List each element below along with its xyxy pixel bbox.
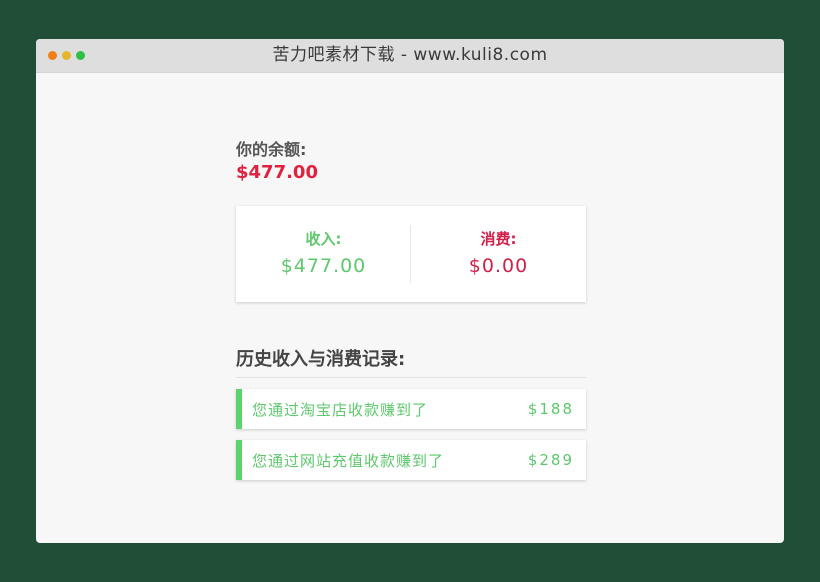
history-item-text: 您通过淘宝店收款赚到了 <box>252 400 429 419</box>
history-title: 历史收入与消费记录: <box>236 349 406 370</box>
balance-label: 你的余额: <box>236 140 307 159</box>
balance-amount: $477.00 <box>236 162 318 183</box>
income-summary: 收入: $477.00 <box>236 206 411 302</box>
income-value: $477.00 <box>280 255 367 277</box>
history-item[interactable]: 您通过网站充值收款赚到了 $289 <box>236 440 586 480</box>
income-label: 收入: <box>305 230 342 248</box>
history-list: 您通过淘宝店收款赚到了 $188 您通过网站充值收款赚到了 $289 <box>236 389 586 491</box>
expense-summary: 消费: $0.00 <box>411 206 586 302</box>
window-title: 苦力吧素材下载 - www.kuli8.com <box>272 45 548 65</box>
history-item-amount: $188 <box>527 400 574 418</box>
summary-card: 收入: $477.00 消费: $0.00 <box>236 206 586 302</box>
expense-label: 消费: <box>480 230 517 248</box>
history-item[interactable]: 您通过淘宝店收款赚到了 $188 <box>236 389 586 429</box>
expense-value: $0.00 <box>468 255 529 277</box>
history-item-text: 您通过网站充值收款赚到了 <box>252 451 445 470</box>
history-divider <box>236 377 586 378</box>
history-item-amount: $289 <box>527 451 574 469</box>
browser-window: 苦力吧素材下载 - www.kuli8.com 你的余额: $477.00 收入… <box>36 39 784 543</box>
title-bar: 苦力吧素材下载 - www.kuli8.com <box>36 39 784 73</box>
